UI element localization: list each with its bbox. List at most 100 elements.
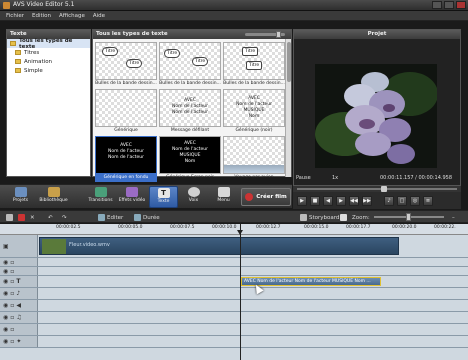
play-icon[interactable]: ▶ — [297, 195, 307, 206]
eye-icon[interactable]: ◉ — [3, 268, 8, 275]
extra-track: ◉ ▫ ✦ — [0, 336, 468, 348]
lock-icon[interactable]: ▫ — [10, 259, 14, 266]
snapshot-icon[interactable]: ◎ — [410, 195, 420, 206]
folder-icon — [10, 41, 16, 46]
eye-icon[interactable]: ◉ — [3, 314, 8, 321]
lock-icon[interactable]: ▫ — [10, 326, 14, 333]
stop-icon[interactable]: ■ — [310, 195, 320, 206]
lock-icon[interactable]: ▫ — [10, 268, 14, 275]
library-button[interactable]: Bibliothèque — [36, 186, 71, 208]
tile-caption: Message défilant — [170, 128, 210, 133]
category-item[interactable]: Tous les types de texte — [7, 37, 90, 50]
menu-fichier[interactable]: Fichier — [6, 13, 24, 19]
cut-icon[interactable] — [6, 213, 13, 222]
close-button[interactable] — [456, 1, 466, 9]
menu-button[interactable]: Menu — [209, 186, 238, 208]
lock-icon[interactable]: ▫ — [10, 290, 14, 297]
video-clip[interactable]: Fleur.video.wmv — [39, 237, 399, 255]
ruler-tick: 00:00:17.7 — [346, 225, 371, 230]
voice-button[interactable]: Voix — [179, 186, 208, 208]
eye-icon[interactable]: ◉ — [3, 278, 8, 285]
category-item[interactable]: Simple — [7, 66, 90, 75]
edit-button[interactable]: Editer — [98, 213, 123, 222]
create-film-button[interactable]: Créer film — [241, 188, 291, 206]
timeline-playhead[interactable] — [240, 224, 241, 360]
category-panel: Texte Tous les types de texte Titres Ani… — [6, 29, 91, 177]
gallery-tile[interactable]: Titre Titre Bulles de la bande dessin... — [223, 42, 285, 89]
gallery-tile-selected[interactable]: AVEC Nom de l'acteur Nom de l'acteur Gén… — [95, 136, 157, 183]
eye-icon[interactable]: ◉ — [3, 326, 8, 333]
speech-bubble: Titre — [192, 57, 209, 66]
clear-icon[interactable] — [18, 213, 25, 222]
volume-icon[interactable]: ♪ — [384, 195, 394, 206]
monitor-icon[interactable] — [340, 213, 347, 222]
gallery-tile[interactable]: AVEC Nom de l'acteur MUSIQUE Nom Génériq… — [159, 136, 221, 183]
gallery-scrollbar[interactable] — [285, 39, 291, 177]
gallery-tile[interactable]: AVEC Nom de l'acteur MUSIQUE Nom Génériq… — [223, 89, 285, 136]
foxglove-flower-image — [315, 64, 437, 168]
video-track: ▣ Fleur.video.wmv — [0, 235, 468, 258]
clip-thumbnail — [42, 239, 66, 254]
extra-track-header: ◉ ▫ — [0, 324, 38, 335]
speech-bubble: Titre — [246, 61, 263, 70]
eye-icon[interactable]: ◉ — [3, 302, 8, 309]
gallery-tile[interactable]: Générique — [95, 89, 157, 136]
voice-track: ◉ ▫ ♪ — [0, 288, 468, 300]
lock-icon[interactable]: ▫ — [10, 278, 14, 285]
ruler-tick: 00:00:12.7 — [256, 225, 281, 230]
eye-icon[interactable]: ◉ — [3, 338, 8, 345]
gallery-tile[interactable]: Voyage par avion — [223, 136, 285, 183]
effects-track-header: ◉ ▫ — [0, 258, 38, 266]
zoom-out-icon[interactable]: – — [452, 213, 455, 222]
menu-edition[interactable]: Edition — [32, 13, 51, 19]
title-bar: AVS Video Editor 5.1 — [0, 0, 468, 11]
microphone-icon — [187, 187, 200, 197]
credit-line: Nom de l'acteur — [108, 155, 144, 160]
lock-icon[interactable]: ▫ — [10, 338, 14, 345]
menu-aide[interactable]: Aide — [93, 13, 105, 19]
playhead-marker-icon[interactable] — [237, 230, 243, 235]
extra-track: ◉ ▫ — [0, 324, 468, 336]
redo-icon[interactable]: ↷ — [62, 213, 67, 222]
tile-thumbnail: AVEC Nom de l'acteur Nom de l'acteur — [159, 89, 221, 127]
text-clip[interactable]: AVEC Nom de l'acteur Nom de l'acteur MUS… — [241, 277, 381, 286]
gallery-scrollbar-thumb[interactable] — [287, 42, 291, 82]
maximize-button[interactable] — [444, 1, 454, 9]
duration-button[interactable]: Durée — [134, 213, 160, 222]
gallery-tile[interactable]: Titre Titre Bulles de la bande dessin... — [95, 42, 157, 89]
previous-frame-icon[interactable]: ◀ — [323, 195, 333, 206]
folder-icon — [15, 50, 21, 55]
thumbnail-size-handle[interactable] — [276, 31, 281, 38]
music-note-icon: ♫ — [16, 314, 22, 321]
undo-icon[interactable]: ↶ — [48, 213, 53, 222]
menu-affichage[interactable]: Affichage — [59, 13, 85, 19]
fast-forward-icon[interactable]: ▶▶ — [362, 195, 372, 206]
delete-icon[interactable]: ✕ — [30, 213, 35, 222]
projects-button[interactable]: Projets — [6, 186, 35, 208]
video-preview[interactable] — [315, 64, 437, 168]
category-label: Tous les types de texte — [18, 37, 73, 50]
gallery-tile[interactable]: AVEC Nom de l'acteur Nom de l'acteur Mes… — [159, 89, 221, 136]
transport-controls: ▶ ■ ◀ ▶ ◀◀ ▶▶ ♪ □ ◎ ≡ — [293, 192, 461, 209]
timeline-zoom-slider[interactable] — [374, 213, 444, 221]
timeline-zoom-handle[interactable] — [406, 213, 411, 221]
text-button[interactable]: T Texte — [149, 186, 178, 208]
gallery-tile[interactable]: Titre Titre Bulles de la bande dessin... — [159, 42, 221, 89]
next-frame-icon[interactable]: ▶ — [336, 195, 346, 206]
eye-icon[interactable]: ◉ — [3, 259, 8, 266]
eye-icon[interactable]: ◉ — [3, 290, 8, 297]
minimize-button[interactable] — [432, 1, 442, 9]
speaker-icon: ◀ — [16, 302, 21, 309]
storyboard-button[interactable]: Storyboard — [300, 213, 339, 222]
speech-bubble: Titre — [242, 47, 259, 56]
music-track: ◉ ▫ ♫ — [0, 312, 468, 324]
video-effects-button[interactable]: Effets vidéo — [116, 186, 148, 208]
category-item[interactable]: Animation — [7, 57, 90, 66]
rewind-icon[interactable]: ◀◀ — [349, 195, 359, 206]
lock-icon[interactable]: ▫ — [10, 302, 14, 309]
transitions-button[interactable]: Transitions — [86, 186, 115, 208]
split-icon[interactable]: ≡ — [423, 195, 433, 206]
timeline-ruler[interactable]: 00:00:02.5 00:00:05.0 00:00:07.5 00:00:1… — [0, 224, 468, 235]
fullscreen-icon[interactable]: □ — [397, 195, 407, 206]
lock-icon[interactable]: ▫ — [10, 314, 14, 321]
